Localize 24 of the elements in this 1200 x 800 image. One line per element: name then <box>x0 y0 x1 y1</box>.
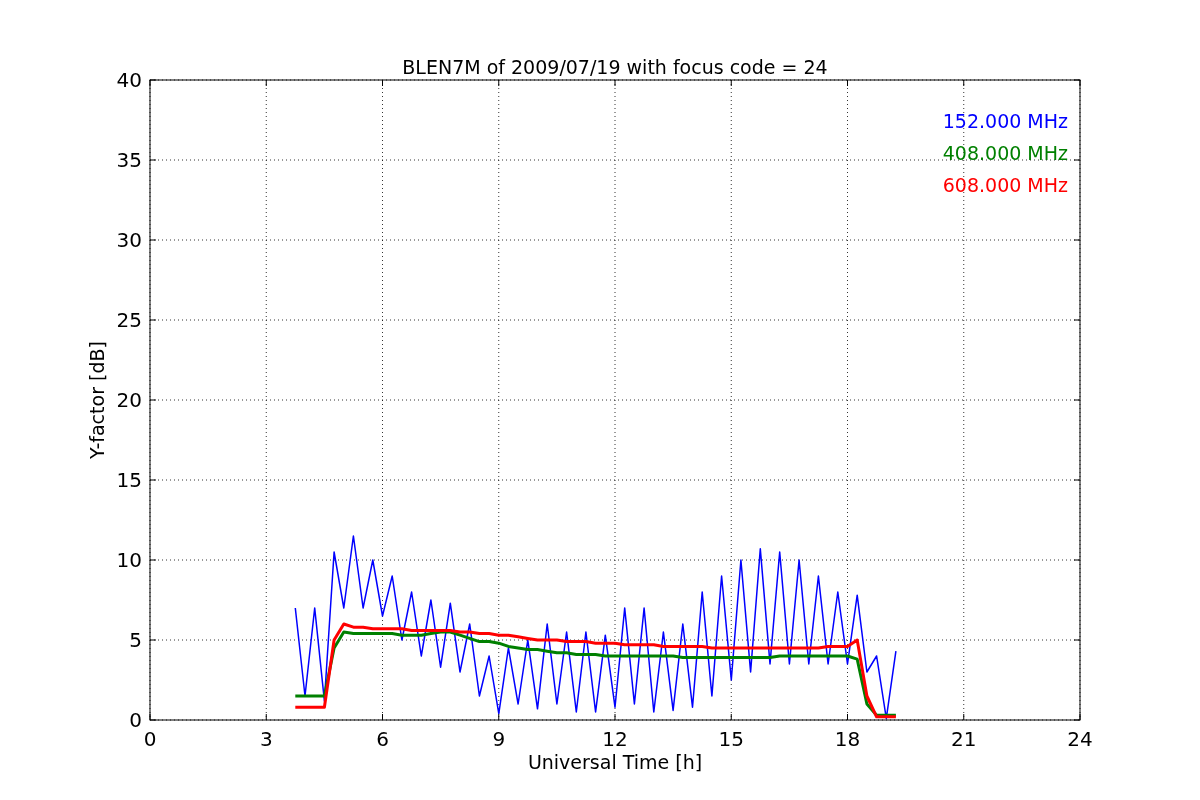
y-tick-label: 35 <box>116 148 142 172</box>
y-tick-label: 30 <box>116 228 142 252</box>
y-tick-label: 10 <box>116 548 142 572</box>
x-tick-label: 3 <box>259 727 273 751</box>
y-tick-label: 20 <box>116 388 142 412</box>
y-axis-label: Y-factor [dB] <box>86 341 108 459</box>
x-tick-label: 24 <box>1067 727 1093 751</box>
x-tick-label: 12 <box>602 727 628 751</box>
y-tick-label: 25 <box>116 308 142 332</box>
x-tick-label: 0 <box>143 727 157 751</box>
y-tick-label: 40 <box>116 68 142 92</box>
x-tick-label: 15 <box>718 727 744 751</box>
chart-title: BLEN7M of 2009/07/19 with focus code = 24 <box>402 56 828 78</box>
y-tick-label: 0 <box>129 708 142 732</box>
x-tick-label: 18 <box>834 727 861 751</box>
y-tick-label: 5 <box>129 628 142 652</box>
legend-label: 408.000 MHz <box>942 142 1068 164</box>
x-tick-label: 9 <box>492 727 506 751</box>
y-tick-label: 15 <box>116 468 142 492</box>
x-tick-label: 6 <box>376 727 389 751</box>
x-axis-label: Universal Time [h] <box>527 751 703 773</box>
x-tick-label: 21 <box>951 727 977 751</box>
legend-label: 152.000 MHz <box>942 110 1068 132</box>
legend-label: 608.000 MHz <box>942 174 1068 196</box>
